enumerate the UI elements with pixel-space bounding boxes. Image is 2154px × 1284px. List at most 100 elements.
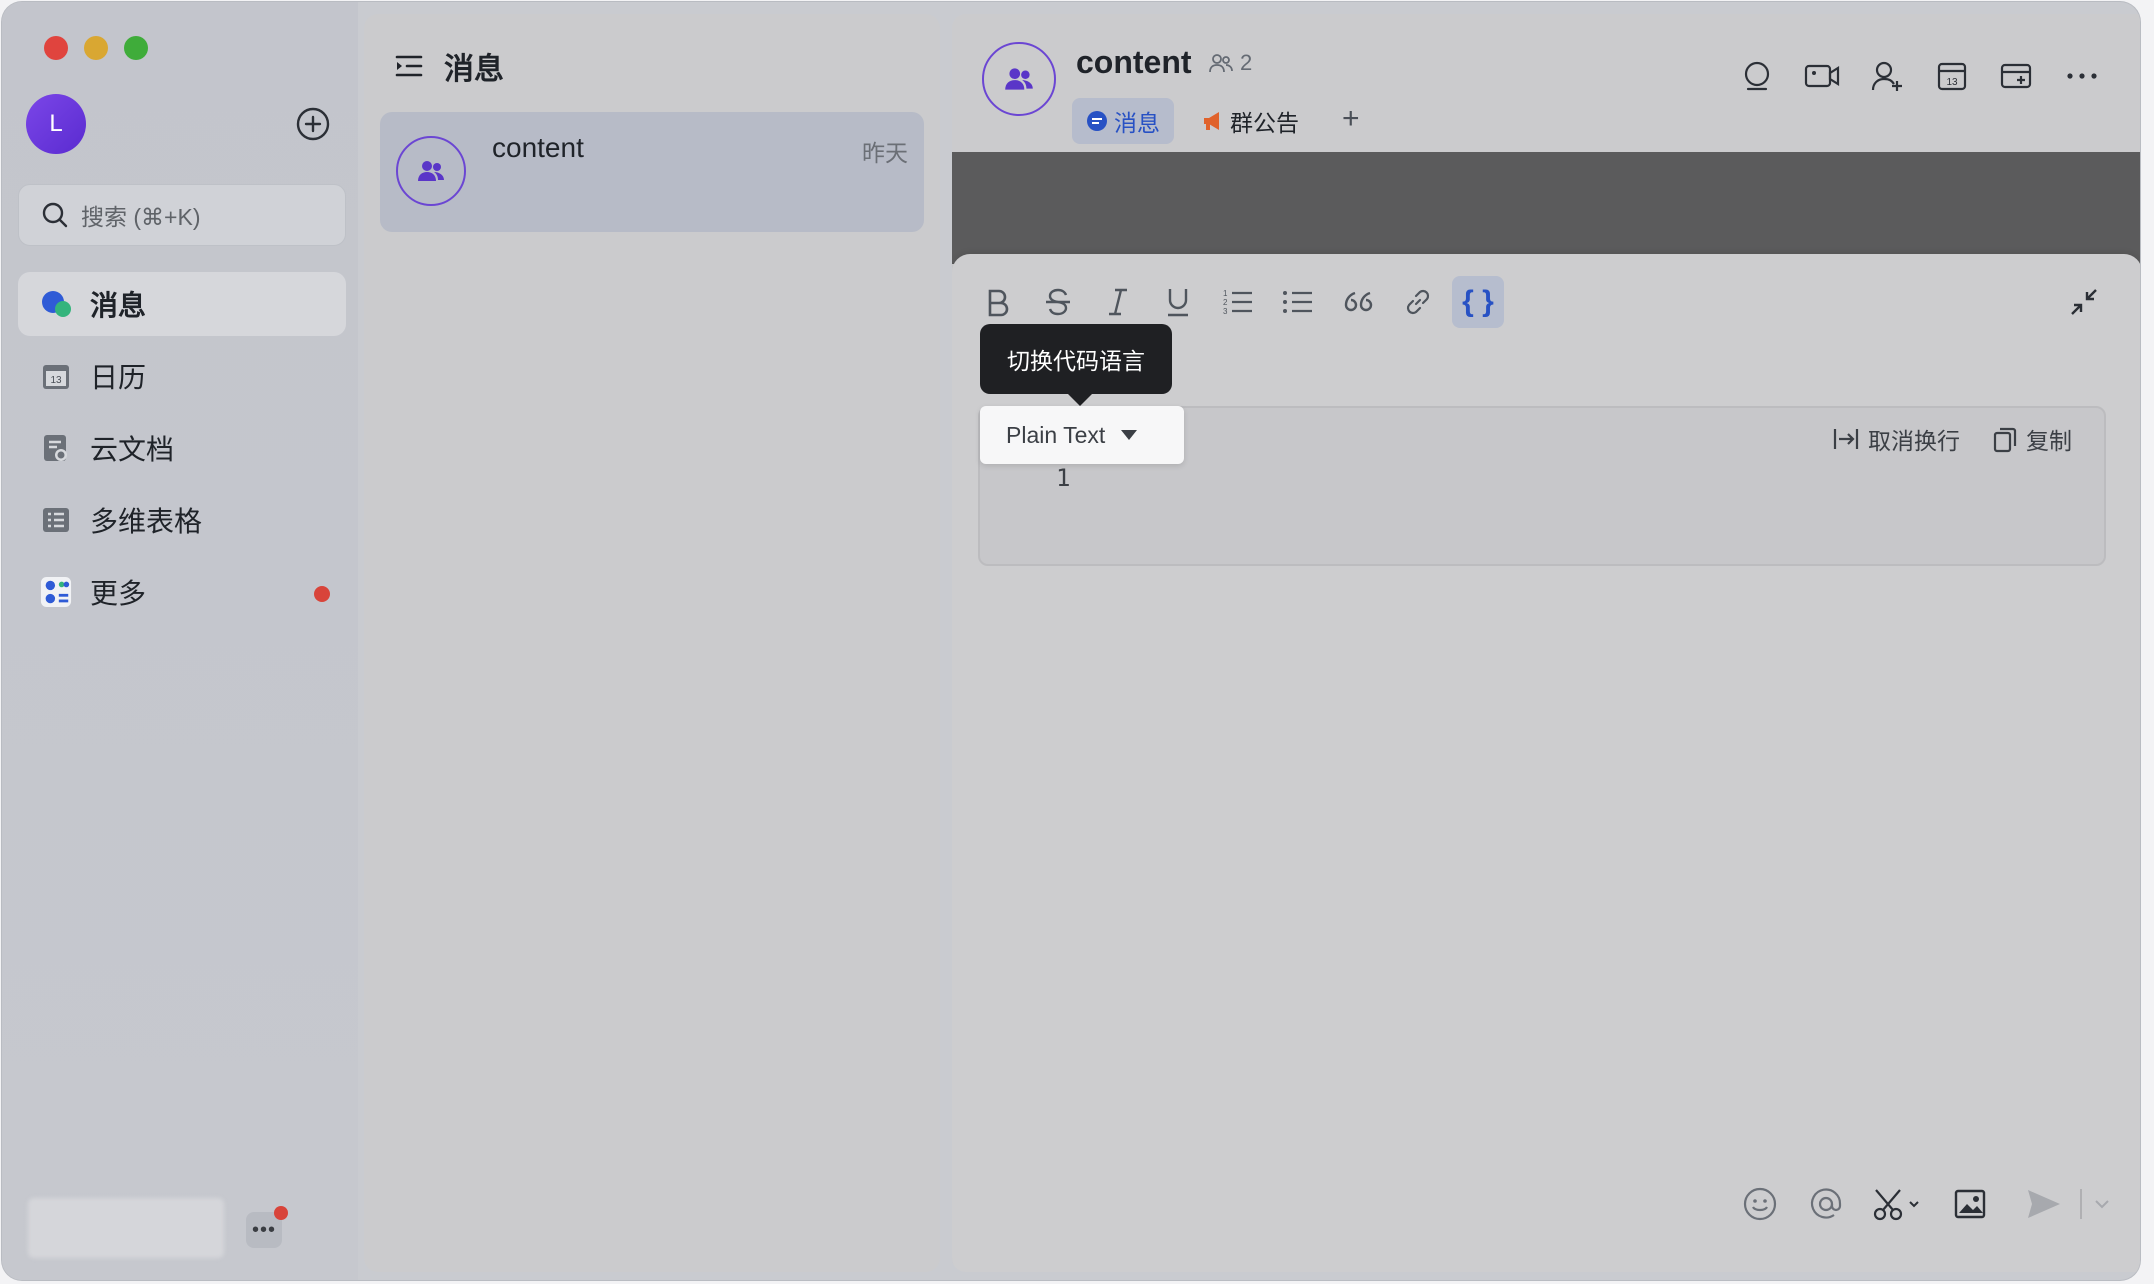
code-language-select[interactable]: Plain Text xyxy=(980,406,1184,464)
collapse-icon xyxy=(2071,289,2097,315)
code-braces-glyph: { } xyxy=(1462,285,1494,318)
copy-icon xyxy=(1992,425,2018,453)
svg-text:13: 13 xyxy=(1946,77,1958,88)
ordered-list-icon[interactable]: 123 xyxy=(1212,276,1264,328)
page-title: 消息 xyxy=(444,53,504,86)
add-button[interactable] xyxy=(296,107,330,141)
conversation-time: 昨天 xyxy=(862,140,908,166)
sidebar-item-label: 云文档 xyxy=(90,434,175,465)
calendar-icon: 13 xyxy=(40,360,72,392)
sidebar-item-label: 更多 xyxy=(90,578,147,609)
header-actions: 13 xyxy=(1712,56,2102,96)
sidebar-item-base[interactable]: 多维表格 xyxy=(18,488,346,552)
expanded-editor: 123 { } 切换代码语言 Plain Text 1 取消换行 复制 xyxy=(952,254,2140,1272)
status-area[interactable] xyxy=(28,1198,224,1258)
cloud-doc-icon xyxy=(40,432,72,464)
sidebar-item-messages[interactable]: 消息 xyxy=(18,272,346,336)
collapse-list-icon[interactable] xyxy=(394,51,424,81)
conversation-name: content xyxy=(492,132,584,163)
search-icon[interactable] xyxy=(1737,56,1777,96)
sidebar-item-label: 消息 xyxy=(90,290,147,321)
underline-icon[interactable] xyxy=(1152,276,1204,328)
calendar-icon[interactable]: 13 xyxy=(1932,56,1972,96)
unwrap-button[interactable]: 取消换行 xyxy=(1832,422,1960,456)
image-icon[interactable] xyxy=(1948,1182,1992,1226)
plus-icon: + xyxy=(1342,102,1360,135)
chat-bubble-icon xyxy=(40,288,72,320)
strikethrough-icon[interactable] xyxy=(1032,276,1084,328)
base-table-icon xyxy=(40,504,72,536)
search-box[interactable]: 搜索 (⌘+K) xyxy=(18,184,346,246)
video-call-icon[interactable] xyxy=(1802,56,1842,96)
chat-header: content 2 消息 群公告 + 13 xyxy=(952,14,2140,154)
code-language-label: Plain Text xyxy=(1006,421,1106,448)
svg-text:13: 13 xyxy=(50,375,62,386)
avatar-letter: L xyxy=(49,110,63,137)
quote-icon[interactable] xyxy=(1332,276,1384,328)
sidebar-item-more[interactable]: 更多 xyxy=(18,560,346,624)
send-options-icon[interactable] xyxy=(2090,1182,2114,1226)
message-area-overlay xyxy=(952,152,2140,264)
collapse-editor-button[interactable] xyxy=(2066,284,2102,320)
add-member-icon[interactable] xyxy=(1867,56,1907,96)
mention-icon[interactable] xyxy=(1804,1182,1848,1226)
megaphone-icon xyxy=(1202,110,1224,132)
minimize-window-button[interactable] xyxy=(84,36,108,60)
sidebar-item-label: 多维表格 xyxy=(90,506,203,537)
code-block-icon[interactable]: { } xyxy=(1452,276,1504,328)
new-tab-icon[interactable] xyxy=(1997,56,2037,96)
tab-label: 消息 xyxy=(1114,110,1160,136)
chat-bubble-icon xyxy=(1086,110,1108,132)
apps-grid-icon xyxy=(40,576,72,608)
user-avatar[interactable]: L xyxy=(26,94,86,154)
notification-dot xyxy=(314,586,330,602)
screenshot-icon[interactable] xyxy=(1870,1182,1926,1226)
line-number: 1 xyxy=(1056,464,1071,492)
member-count[interactable]: 2 xyxy=(1208,50,1252,76)
format-toolbar: 123 { } xyxy=(972,276,1512,328)
link-icon[interactable] xyxy=(1392,276,1444,328)
code-block[interactable]: Plain Text 1 取消换行 复制 xyxy=(978,406,2106,566)
emoji-icon[interactable] xyxy=(1738,1182,1782,1226)
chat-title[interactable]: content xyxy=(1076,44,1192,81)
unwrap-label: 取消换行 xyxy=(1868,428,1960,454)
notification-dot xyxy=(274,1206,288,1220)
group-avatar[interactable] xyxy=(982,42,1056,116)
code-block-actions: 取消换行 复制 xyxy=(1800,422,2072,456)
sidebar-item-calendar[interactable]: 13 日历 xyxy=(18,344,346,408)
more-icon[interactable] xyxy=(2062,56,2102,96)
tab-messages[interactable]: 消息 xyxy=(1072,98,1174,144)
composer-actions xyxy=(1716,1182,2114,1226)
group-icon xyxy=(418,161,444,181)
italic-icon[interactable] xyxy=(1092,276,1144,328)
bold-icon[interactable] xyxy=(972,276,1024,328)
send-icon[interactable] xyxy=(2022,1182,2066,1226)
plus-circle-icon xyxy=(296,107,330,141)
tab-announcement[interactable]: 群公告 xyxy=(1188,98,1313,144)
group-avatar xyxy=(396,136,466,206)
divider xyxy=(2080,1189,2082,1219)
svg-text:3: 3 xyxy=(1223,307,1228,316)
svg-text:2: 2 xyxy=(1223,298,1228,307)
sidebar-item-label: 日历 xyxy=(90,362,147,393)
search-icon xyxy=(41,200,71,230)
conversation-item[interactable]: content 昨天 xyxy=(380,112,924,232)
copy-button[interactable]: 复制 xyxy=(1992,422,2072,456)
more-options-button[interactable]: ••• xyxy=(246,1206,288,1248)
caret-down-icon xyxy=(1121,430,1138,440)
tooltip-text: 切换代码语言 xyxy=(1007,348,1145,374)
close-window-button[interactable] xyxy=(44,36,68,60)
bullet-list-icon[interactable] xyxy=(1272,276,1324,328)
svg-text:1: 1 xyxy=(1223,289,1228,298)
member-count-value: 2 xyxy=(1240,50,1253,75)
add-tab-button[interactable]: + xyxy=(1342,102,1360,136)
copy-label: 复制 xyxy=(2026,428,2072,454)
search-placeholder: 搜索 (⌘+K) xyxy=(81,204,201,230)
sidebar-item-docs[interactable]: 云文档 xyxy=(18,416,346,480)
message-list-header: 消息 xyxy=(394,44,504,88)
members-icon xyxy=(1209,54,1233,73)
app-window: L 搜索 (⌘+K) 消息 13 日历 云文档 多维表格 更多 ••• 消息 c… xyxy=(2,2,2140,1280)
zoom-window-button[interactable] xyxy=(124,36,148,60)
sidebar: L 搜索 (⌘+K) 消息 13 日历 云文档 多维表格 更多 ••• xyxy=(2,2,358,1280)
group-icon xyxy=(1005,68,1033,90)
